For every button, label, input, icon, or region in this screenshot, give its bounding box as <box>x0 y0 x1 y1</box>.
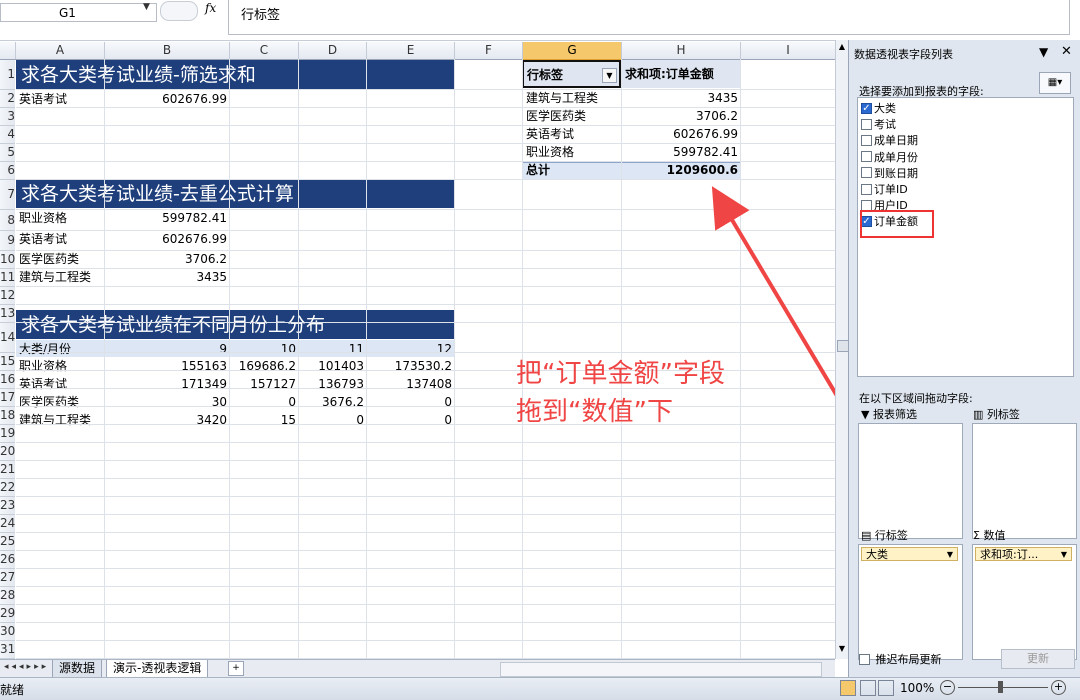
defer-update-label: 推迟布局更新 <box>875 653 942 666</box>
field-item[interactable]: 订单ID <box>861 182 908 198</box>
highlight-box <box>860 210 934 238</box>
tab-nav-icon[interactable]: ◂◂◂▸▸▸ <box>4 662 49 672</box>
sigma-icon: Σ <box>973 529 984 542</box>
row-labels-zone[interactable]: 大类 ▼ <box>858 544 963 660</box>
sheet-tab-active[interactable]: 演示-透视表逻辑 <box>106 660 209 678</box>
field-checkbox[interactable] <box>861 118 872 130</box>
update-button[interactable]: 更新 <box>1001 649 1075 669</box>
field-item[interactable]: ✓ 大类 <box>861 101 896 117</box>
zoom-slider[interactable] <box>958 687 1048 688</box>
field-checkbox[interactable] <box>861 134 872 146</box>
field-checkbox[interactable] <box>861 167 872 179</box>
column-labels-text: 列标签 <box>986 408 1020 421</box>
value-field-pill-text: 求和项:订... <box>980 548 1039 561</box>
report-filter-text: 报表筛选 <box>872 408 917 421</box>
columns-icon: ▥ <box>973 408 987 421</box>
values-text: 数值 <box>983 529 1006 542</box>
chevron-down-icon[interactable]: ▼ <box>1061 548 1067 560</box>
field-checkbox[interactable] <box>861 183 872 195</box>
zoom-in-icon[interactable]: + <box>1051 680 1066 695</box>
rows-icon: ▤ <box>861 529 875 542</box>
values-zone[interactable]: 求和项:订... ▼ <box>972 544 1077 660</box>
field-item[interactable]: 考试 <box>861 117 896 133</box>
page-break-icon[interactable] <box>878 680 894 696</box>
row-field-pill-text: 大类 <box>866 548 888 561</box>
status-ready: 就绪 <box>0 683 25 697</box>
row-labels-zone-label: ▤ 行标签 <box>861 527 908 543</box>
chevron-down-icon[interactable]: ▼ <box>947 548 953 560</box>
sheet-tab-bar: ◂◂◂▸▸▸ 源数据 演示-透视表逻辑 + <box>0 659 835 678</box>
page-layout-icon[interactable] <box>860 680 876 696</box>
zoom-out-icon[interactable]: − <box>940 680 955 695</box>
column-labels-zone[interactable] <box>972 423 1077 539</box>
value-field-pill[interactable]: 求和项:订... ▼ <box>975 547 1072 561</box>
field-item[interactable]: 到账日期 <box>861 166 918 182</box>
scroll-down-icon[interactable]: ▼ <box>837 644 847 656</box>
row-field-pill[interactable]: 大类 ▼ <box>861 547 958 561</box>
field-list-box: ✓ 大类 考试 成单日期 成单月份 到账日期 订单ID 用户ID ✓ 订单金额 <box>857 97 1074 377</box>
report-filter-zone[interactable] <box>858 423 963 539</box>
field-label: 成单日期 <box>874 134 918 148</box>
layout-options-icon[interactable]: ▦▾ <box>1039 72 1071 94</box>
close-icon[interactable]: ✕ <box>1061 44 1072 59</box>
field-checkbox[interactable] <box>861 151 872 163</box>
pane-title: 数据透视表字段列表 <box>854 48 953 61</box>
drag-fields-label: 在以下区域间拖动字段: <box>859 392 973 405</box>
defer-update-option[interactable]: 推迟布局更新 <box>859 651 942 667</box>
sheet-tab[interactable]: 源数据 <box>52 660 103 678</box>
field-item[interactable]: 成单日期 <box>861 133 918 149</box>
field-label: 成单月份 <box>874 150 918 164</box>
zoom-level[interactable]: 100% <box>900 681 934 695</box>
field-label: 订单ID <box>874 183 908 196</box>
column-labels-zone-label: ▥ 列标签 <box>973 406 1020 422</box>
filter-icon: ▼ <box>861 408 873 421</box>
field-label: 到账日期 <box>874 166 918 180</box>
field-checkbox[interactable]: ✓ <box>861 102 872 114</box>
zoom-slider-thumb[interactable] <box>998 681 1003 693</box>
new-sheet-icon[interactable]: + <box>228 661 244 676</box>
vertical-scrollbar[interactable]: ▲ ▼ <box>835 40 849 659</box>
pane-menu-icon[interactable]: ▼ <box>1039 45 1048 59</box>
field-label: 考试 <box>874 118 896 132</box>
pivot-field-list-pane: 数据透视表字段列表 ▼ ✕ ▦▾ 选择要添加到报表的字段: ✓ 大类 考试 成单日期成… <box>848 40 1080 677</box>
normal-view-icon[interactable] <box>840 680 856 696</box>
scroll-up-icon[interactable]: ▲ <box>837 42 847 54</box>
values-zone-label: Σ 数值 <box>973 527 1005 543</box>
field-item[interactable]: 成单月份 <box>861 150 918 166</box>
status-bar: 就绪 100% − + <box>0 677 1080 700</box>
field-label: 大类 <box>874 102 896 115</box>
row-labels-text: 行标签 <box>874 529 908 542</box>
horizontal-scrollbar[interactable] <box>500 662 822 677</box>
report-filter-zone-label: ▼ 报表筛选 <box>861 406 917 422</box>
defer-update-checkbox[interactable] <box>859 653 870 665</box>
